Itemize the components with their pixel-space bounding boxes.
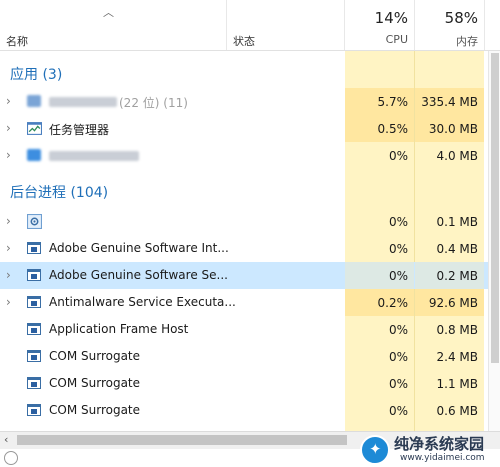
app-window-icon [27,377,41,389]
process-row[interactable]: COM Surrogate 0% 1.1 MB [0,370,500,397]
app-name-suffix: (22 位) (11) [119,96,188,110]
app-window-icon [27,350,41,362]
cpu-total-percent: 14% [374,9,408,27]
column-divider[interactable] [484,0,485,50]
app-row[interactable]: › 0% 4.0 MB [0,142,500,169]
process-name: Adobe Genuine Software Se... [49,268,228,282]
fewer-details-icon[interactable] [4,451,18,465]
process-row[interactable]: › Adobe Genuine Software Int... 0% 0.4 M… [0,235,500,262]
memory-cell: 30.0 MB [415,115,484,142]
cpu-cell: 0% [388,350,408,364]
chevron-right-icon[interactable]: › [6,94,11,108]
app-window-icon [27,242,41,254]
cpu-cell: 0% [388,404,408,418]
memory-cell: 0.4 MB [436,242,478,256]
app-name: 任务管理器 [49,123,110,137]
app-window-icon [27,269,41,281]
chevron-right-icon[interactable]: › [6,241,11,255]
chevron-up-icon: ︿ [103,6,114,19]
process-name: Adobe Genuine Software Int... [49,241,229,255]
process-name: Application Frame Host [49,322,189,336]
process-row-selected[interactable]: › Adobe Genuine Software Se... 0% 0.2 MB [0,262,500,289]
chevron-right-icon[interactable]: › [6,148,11,162]
watermark-logo-icon [360,435,390,465]
memory-total-percent: 58% [444,9,478,27]
column-header: ︿ 名称 状态 14% CPU 58% 内存 [0,0,500,51]
cpu-cell: 0% [388,149,408,163]
watermark: 纯净系统家园 www.yidaimei.com [360,433,500,467]
column-divider[interactable] [226,0,227,50]
process-row[interactable]: › 0% 0.1 MB [0,208,500,235]
app-window-icon [27,296,41,308]
cpu-column-header[interactable]: CPU [345,33,408,46]
app-window-icon [27,323,41,335]
cpu-cell: 0% [388,242,408,256]
cpu-cell: 0% [388,377,408,391]
app-row[interactable]: › 任务管理器 0.5% 30.0 MB [0,115,500,142]
watermark-url: www.yidaimei.com [400,453,485,463]
memory-cell: 0.1 MB [436,215,478,229]
process-name: COM Surrogate [49,376,141,390]
process-row[interactable]: › Antimalware Service Executa... 0.2% 92… [0,289,500,316]
app-row[interactable]: › (22 位) (11) 5.7% 335.4 MB [0,88,500,115]
cpu-cell: 0.2% [345,289,414,316]
process-row[interactable]: Application Frame Host 0% 0.8 MB [0,316,500,343]
memory-cell: 0.6 MB [436,404,478,418]
cpu-cell: 0% [388,215,408,229]
memory-cell: 4.0 MB [436,149,478,163]
process-name: Antimalware Service Executa... [49,295,236,309]
memory-cell: 2.4 MB [436,350,478,364]
cpu-cell: 0% [388,323,408,337]
apps-section-title: 应用 (3) [10,67,63,83]
background-processes-section-title: 后台进程 (104) [10,185,109,201]
vertical-scrollbar[interactable] [488,51,500,431]
vertical-scroll-thumb[interactable] [491,53,499,363]
memory-cell: 1.1 MB [436,377,478,391]
memory-cell: 0.8 MB [436,323,478,337]
app-window-icon [27,404,41,416]
cpu-cell: 0% [345,262,414,289]
status-column-header[interactable]: 状态 [233,33,255,49]
cpu-cell: 5.7% [345,88,414,115]
chevron-right-icon[interactable]: › [6,121,11,135]
memory-cell: 0.2 MB [415,262,484,289]
task-manager-icon [27,122,42,135]
watermark-text: 纯净系统家园 [394,435,485,453]
process-row[interactable]: COM Surrogate 0% 0.6 MB [0,397,500,424]
chevron-right-icon[interactable]: › [6,268,11,282]
gear-icon [27,214,42,229]
cpu-cell: 0.5% [345,115,414,142]
blurred-app-name [49,151,139,161]
process-name: COM Surrogate [49,349,141,363]
chevron-right-icon[interactable]: › [6,295,11,309]
process-name: COM Surrogate [49,403,141,417]
blurred-app-icon [27,95,41,107]
blurred-app-icon [27,149,41,161]
memory-column-header[interactable]: 内存 [415,33,478,49]
scroll-left-arrow-icon[interactable]: ‹ [4,433,8,446]
blurred-app-name [49,97,117,107]
name-column-header[interactable]: 名称 [6,33,28,49]
horizontal-scroll-thumb[interactable] [17,435,347,445]
process-row[interactable]: COM Surrogate 0% 2.4 MB [0,343,500,370]
memory-cell: 335.4 MB [415,88,484,115]
memory-cell: 92.6 MB [415,289,484,316]
chevron-right-icon[interactable]: › [6,214,11,228]
